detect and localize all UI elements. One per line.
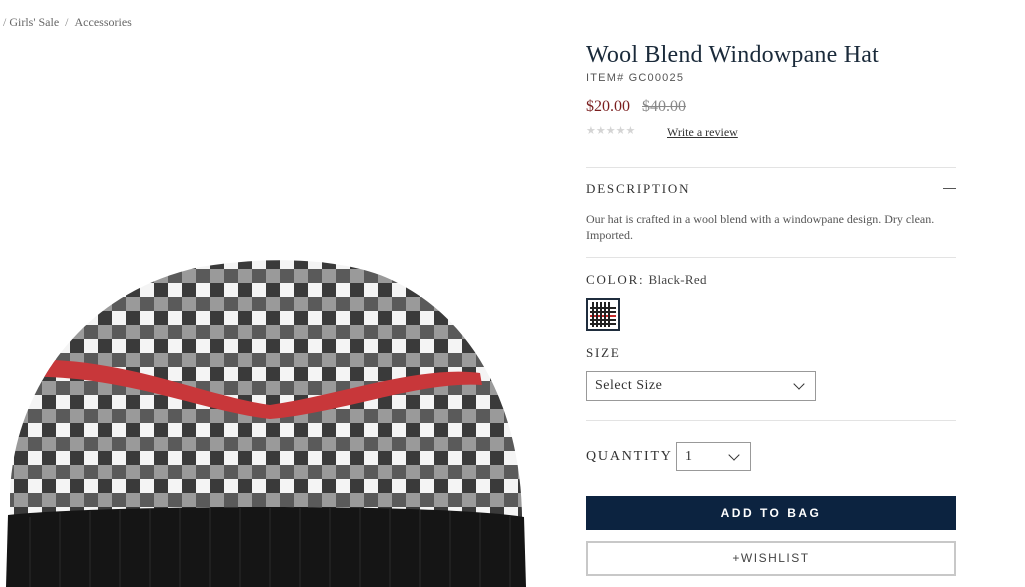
quantity-label: QUANTITY: [586, 449, 673, 464]
size-select-value: Select Size: [595, 378, 663, 393]
product-title: Wool Blend Windowpane Hat: [586, 42, 879, 68]
item-number: ITEM# GC00025: [586, 72, 685, 84]
price-row: $20.00 $40.00: [586, 98, 956, 116]
quantity-value: 1: [685, 449, 693, 464]
breadcrumb-accessories[interactable]: Accessories: [75, 15, 132, 29]
divider: [586, 167, 956, 168]
rating-stars-icon: ★★★★★: [586, 124, 636, 137]
product-image: [0, 255, 540, 587]
size-label: SIZE: [586, 345, 621, 360]
divider: [586, 420, 956, 421]
wishlist-button[interactable]: +WISHLIST: [586, 541, 956, 576]
color-label: COLOR:: [586, 272, 645, 287]
description-text: Our hat is crafted in a wool blend with …: [586, 212, 935, 242]
description-heading[interactable]: DESCRIPTION: [586, 181, 690, 197]
knit-hat-photo: [6, 260, 526, 587]
sale-price: $20.00: [586, 98, 630, 115]
write-review-link[interactable]: Write a review: [667, 125, 738, 140]
color-row: COLOR: Black-Red: [586, 272, 707, 288]
breadcrumb-separator: /: [3, 15, 7, 29]
divider: [586, 257, 956, 258]
quantity-select[interactable]: 1: [676, 442, 751, 471]
breadcrumb: / Girls' Sale / Accessories: [0, 15, 132, 30]
swatch-pattern-icon: [590, 302, 616, 327]
add-to-bag-button[interactable]: ADD TO BAG: [586, 496, 956, 530]
original-price: $40.00: [642, 98, 686, 115]
size-select[interactable]: Select Size: [586, 371, 816, 401]
breadcrumb-girls-sale[interactable]: Girls' Sale: [9, 15, 59, 29]
chevron-down-icon: [728, 449, 740, 461]
color-swatch-black-red[interactable]: [586, 298, 620, 331]
collapse-minus-icon[interactable]: [943, 188, 956, 189]
chevron-down-icon: [793, 378, 805, 390]
breadcrumb-separator: /: [62, 15, 72, 29]
color-value: Black-Red: [648, 272, 707, 287]
product-details: Wool Blend Windowpane Hat ITEM# GC00025 …: [586, 40, 956, 576]
rating-row: ★★★★★ Write a review: [586, 124, 956, 142]
